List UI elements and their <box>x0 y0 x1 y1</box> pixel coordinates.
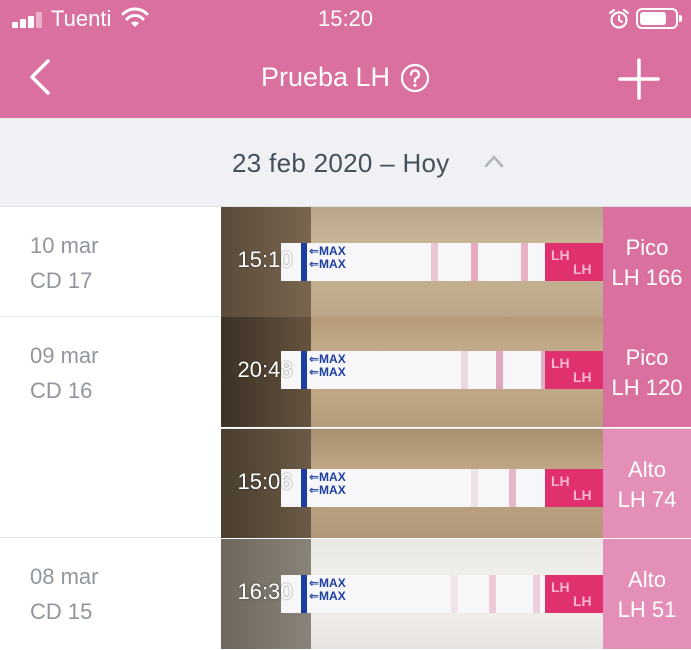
date-range-label: 23 feb 2020 – Hoy <box>232 148 450 178</box>
lh-test-entry[interactable]: ⇐MAX ⇐MAX LH LH 20:48 Pico LH 120 <box>221 317 691 427</box>
result-value: LH 166 <box>611 265 683 290</box>
day-date: 10 mar <box>30 233 99 258</box>
lh-test-entry[interactable]: ⇐MAX ⇐MAX LH LH 15:10 Pico LH 166 <box>221 207 691 317</box>
cycle-day: CD 17 <box>30 268 93 293</box>
status-time: 15:20 <box>317 6 374 31</box>
cycle-day: CD 16 <box>30 378 93 403</box>
status-bar: Tuenti 15:20 <box>0 0 691 40</box>
lh-test-entry[interactable]: ⇐MAX ⇐MAX LH LH 15:06 Alto LH 74 <box>221 428 691 538</box>
result-badge: Pico LH 120 <box>603 317 691 427</box>
day-date: 08 mar <box>30 564 99 589</box>
test-time: 16:30 <box>237 579 293 604</box>
alarm-icon <box>608 8 630 29</box>
test-strip-photo: ⇐MAX ⇐MAX LH LH 20:48 <box>221 317 603 427</box>
result-badge: Pico LH 166 <box>603 207 691 317</box>
day-row: 09 mar CD 16 ⇐MAX ⇐MAX LH LH 20:48 Pico LH… <box>0 317 691 538</box>
result-value: LH 51 <box>617 597 677 622</box>
app-header: Tuenti 15:20 Prueba LH <box>0 0 691 118</box>
result-value: LH 74 <box>617 487 677 512</box>
result-level: Pico <box>625 235 669 260</box>
battery-icon <box>636 8 682 29</box>
nav-bar: Prueba LH <box>0 40 691 118</box>
lh-test-entry[interactable]: ⇐MAX ⇐MAX LH LH 16:30 Alto LH 51 <box>221 539 691 649</box>
test-strip-photo: ⇐MAX ⇐MAX LH LH 15:10 <box>221 207 603 317</box>
test-strip-photo: ⇐MAX ⇐MAX LH LH 15:06 <box>221 429 603 538</box>
result-level: Alto <box>628 457 666 482</box>
result-badge: Alto LH 74 <box>603 429 691 538</box>
page-title: Prueba LH <box>260 62 391 92</box>
test-time: 15:10 <box>237 247 293 272</box>
test-time: 15:06 <box>237 469 293 494</box>
test-time: 20:48 <box>237 357 293 382</box>
result-level: Pico <box>625 345 669 370</box>
test-strip-photo: ⇐MAX ⇐MAX LH LH 16:30 <box>221 539 603 649</box>
result-badge: Alto LH 51 <box>603 539 691 649</box>
help-icon[interactable] <box>400 63 430 93</box>
add-plus-icon[interactable] <box>616 56 662 102</box>
day-row: 10 mar CD 17 ⇐MAX ⇐MAX LH LH 15:10 Pico LH… <box>0 207 691 317</box>
day-row: 08 mar CD 15 ⇐MAX ⇐MAX LH LH 16:30 Alto LH… <box>0 538 691 650</box>
chevron-up-icon[interactable] <box>483 152 505 170</box>
result-value: LH 120 <box>611 375 683 400</box>
date-range-bar[interactable]: 23 feb 2020 – Hoy <box>0 118 691 207</box>
day-date: 09 mar <box>30 343 99 368</box>
result-level: Alto <box>628 567 666 592</box>
cycle-day: CD 15 <box>30 599 93 624</box>
